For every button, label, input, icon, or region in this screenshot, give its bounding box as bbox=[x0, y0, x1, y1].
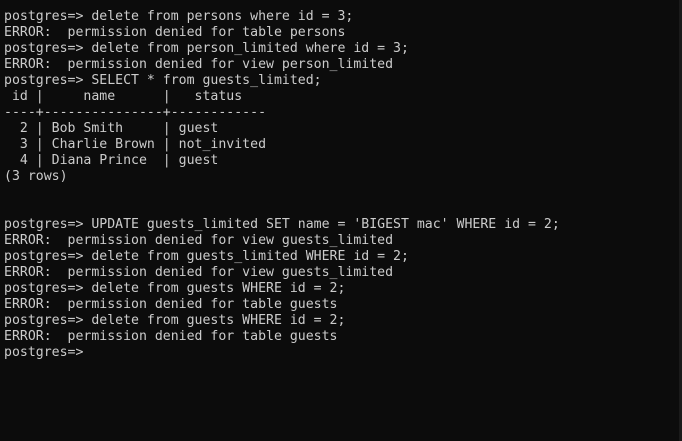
error-line: ERROR: permission denied for view guests… bbox=[4, 265, 394, 280]
error-line: ERROR: permission denied for view person… bbox=[4, 57, 394, 72]
row-count-line: (3 rows) bbox=[4, 169, 68, 184]
error-line: ERROR: permission denied for table perso… bbox=[4, 25, 346, 40]
command-line: postgres=> UPDATE guests_limited SET nam… bbox=[4, 217, 560, 232]
command-line: postgres=> delete from persons where id … bbox=[4, 9, 354, 24]
command-line: postgres=> delete from guests_limited WH… bbox=[4, 249, 409, 264]
prompt-input-line[interactable]: postgres=> bbox=[4, 345, 682, 361]
terminal-window[interactable]: postgres=> delete from persons where id … bbox=[0, 0, 682, 441]
error-line: ERROR: permission denied for table guest… bbox=[4, 297, 338, 312]
error-line: ERROR: permission denied for view guests… bbox=[4, 233, 394, 248]
command-line: postgres=> delete from guests WHERE id =… bbox=[4, 281, 346, 296]
command-line: postgres=> delete from guests WHERE id =… bbox=[4, 313, 346, 328]
command-line: postgres=> delete from person_limited wh… bbox=[4, 41, 409, 56]
error-line: ERROR: permission denied for table guest… bbox=[4, 329, 338, 344]
result-table-row: 4 | Diana Prince | guest bbox=[4, 153, 219, 168]
result-table-row: 2 | Bob Smith | guest bbox=[4, 121, 219, 136]
result-table-row: 3 | Charlie Brown | not_invited bbox=[4, 137, 267, 152]
result-table-header: id | name | status bbox=[4, 89, 243, 104]
result-table-separator: ----+---------------+------------ bbox=[4, 105, 267, 120]
command-line: postgres=> SELECT * from guests_limited; bbox=[4, 73, 322, 88]
